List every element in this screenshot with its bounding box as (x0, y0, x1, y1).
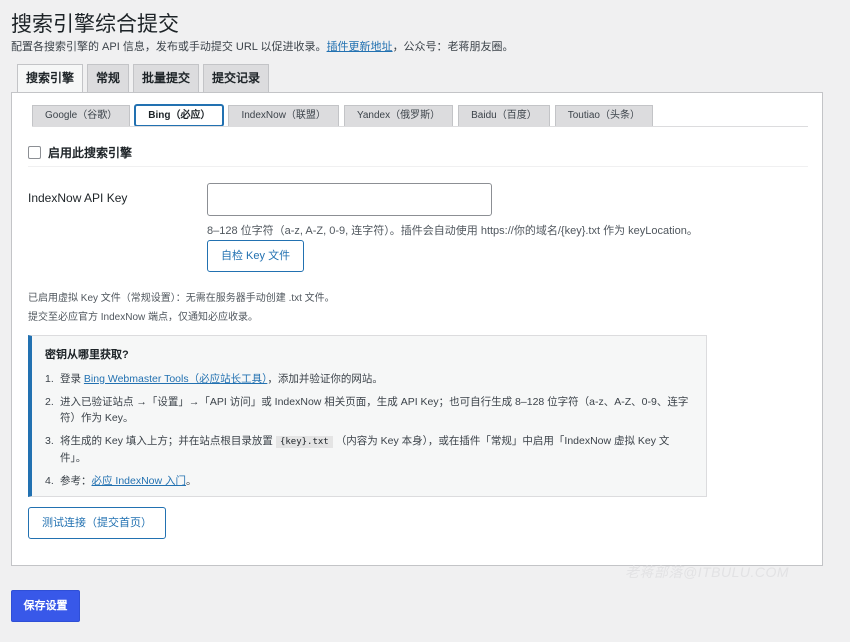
indexnow-intro-link[interactable]: 必应 IndexNow 入门 (92, 475, 187, 487)
tab-search-engines[interactable]: 搜索引擎 (17, 64, 84, 93)
step-text: 参考：必应 IndexNow 入门。 (60, 473, 197, 489)
engine-tab-baidu[interactable]: Baidu（百度） (458, 105, 550, 126)
step-text-prefix: 登录 (60, 373, 84, 385)
endpoint-note: 提交至必应官方 IndexNow 端点，仅通知必应收录。 (28, 312, 259, 323)
enable-engine-label[interactable]: 启用此搜索引擎 (48, 144, 132, 161)
key-file-code: {key}.txt (275, 436, 333, 448)
step-number: 3. (45, 435, 54, 447)
key-help-steps: 1. 登录 Bing Webmaster Tools（必应站长工具），添加并验证… (45, 371, 692, 489)
key-help-step: 3. 将生成的 Key 填入上方；并在站点根目录放置 {key}.txt （内容为 … (45, 433, 692, 466)
enable-engine-checkbox[interactable] (28, 146, 41, 159)
section-divider (28, 166, 808, 167)
bing-webmaster-link[interactable]: Bing Webmaster Tools（必应站长工具） (84, 373, 267, 385)
engine-tab-bing[interactable]: Bing（必应） (135, 105, 224, 126)
indexnow-key-label: IndexNow API Key (28, 191, 128, 205)
step-number: 4. (45, 475, 54, 487)
tabs-divider (32, 126, 808, 127)
page-description: 配置各搜索引擎的 API 信息，发布或手动提交 URL 以促进收录。插件更新地址… (11, 38, 514, 54)
main-tabs: 搜索引擎 常规 批量提交 提交记录 (17, 64, 270, 93)
step-text-suffix: ，添加并验证你的网站。 (267, 373, 383, 385)
key-help-step: 4. 参考：必应 IndexNow 入门。 (45, 473, 692, 489)
key-help-step: 2. 进入已验证站点 →「设置」→「API 访问」或 IndexNow 相关页面… (45, 394, 692, 426)
step-number: 2. (45, 396, 54, 408)
virtual-key-note: 已启用虚拟 Key 文件（常规设置）：无需在服务器手动创建 .txt 文件。 (28, 293, 335, 304)
engine-tab-indexnow[interactable]: IndexNow（联盟） (228, 105, 339, 126)
step-text: 将生成的 Key 填入上方；并在站点根目录放置 {key}.txt （内容为 Key… (60, 433, 692, 466)
engine-tab-toutiao[interactable]: Toutiao（头条） (554, 105, 653, 126)
tab-batch-submit[interactable]: 批量提交 (133, 64, 200, 92)
plugin-update-link[interactable]: 插件更新地址 (327, 41, 393, 53)
description-suffix: ，公众号：老蒋朋友圈。 (392, 41, 514, 53)
page-title: 搜索引擎综合提交 (11, 13, 179, 36)
key-help-box: 密钥从哪里获取? 1. 登录 Bing Webmaster Tools（必应站长… (28, 335, 707, 497)
test-connection-button[interactable]: 测试连接（提交首页） (28, 507, 166, 539)
engine-tabs: Google（谷歌） Bing（必应） IndexNow（联盟） Yandex（… (32, 105, 653, 126)
indexnow-key-hint: 8–128 位字符（a-z, A-Z, 0-9, 连字符）。插件会自动使用 ht… (207, 225, 698, 237)
key-help-step: 1. 登录 Bing Webmaster Tools（必应站长工具），添加并验证… (45, 371, 692, 387)
settings-panel: Google（谷歌） Bing（必应） IndexNow（联盟） Yandex（… (11, 92, 823, 566)
step-text: 进入已验证站点 →「设置」→「API 访问」或 IndexNow 相关页面，生成… (60, 396, 689, 424)
step-text-prefix: 参考： (60, 475, 92, 487)
step-text-suffix: 。 (186, 475, 197, 487)
description-text: 配置各搜索引擎的 API 信息，发布或手动提交 URL 以促进收录。 (11, 41, 327, 53)
step-text: 登录 Bing Webmaster Tools（必应站长工具），添加并验证你的网… (60, 371, 383, 387)
tab-submit-log[interactable]: 提交记录 (203, 64, 270, 92)
key-help-title: 密钥从哪里获取? (45, 349, 129, 361)
watermark: 老蒋部落@ITBULU.COM (625, 564, 790, 580)
enable-engine-row[interactable]: 启用此搜索引擎 (28, 144, 132, 161)
check-key-file-button[interactable]: 自检 Key 文件 (207, 240, 305, 272)
step-text-prefix: 将生成的 Key 填入上方；并在站点根目录放置 (60, 435, 273, 447)
save-settings-button[interactable]: 保存设置 (11, 590, 80, 622)
tab-general[interactable]: 常规 (87, 64, 130, 92)
indexnow-key-input[interactable] (207, 183, 492, 216)
engine-tab-yandex[interactable]: Yandex（俄罗斯） (343, 105, 454, 126)
step-number: 1. (45, 373, 54, 385)
engine-tab-google[interactable]: Google（谷歌） (32, 105, 131, 126)
